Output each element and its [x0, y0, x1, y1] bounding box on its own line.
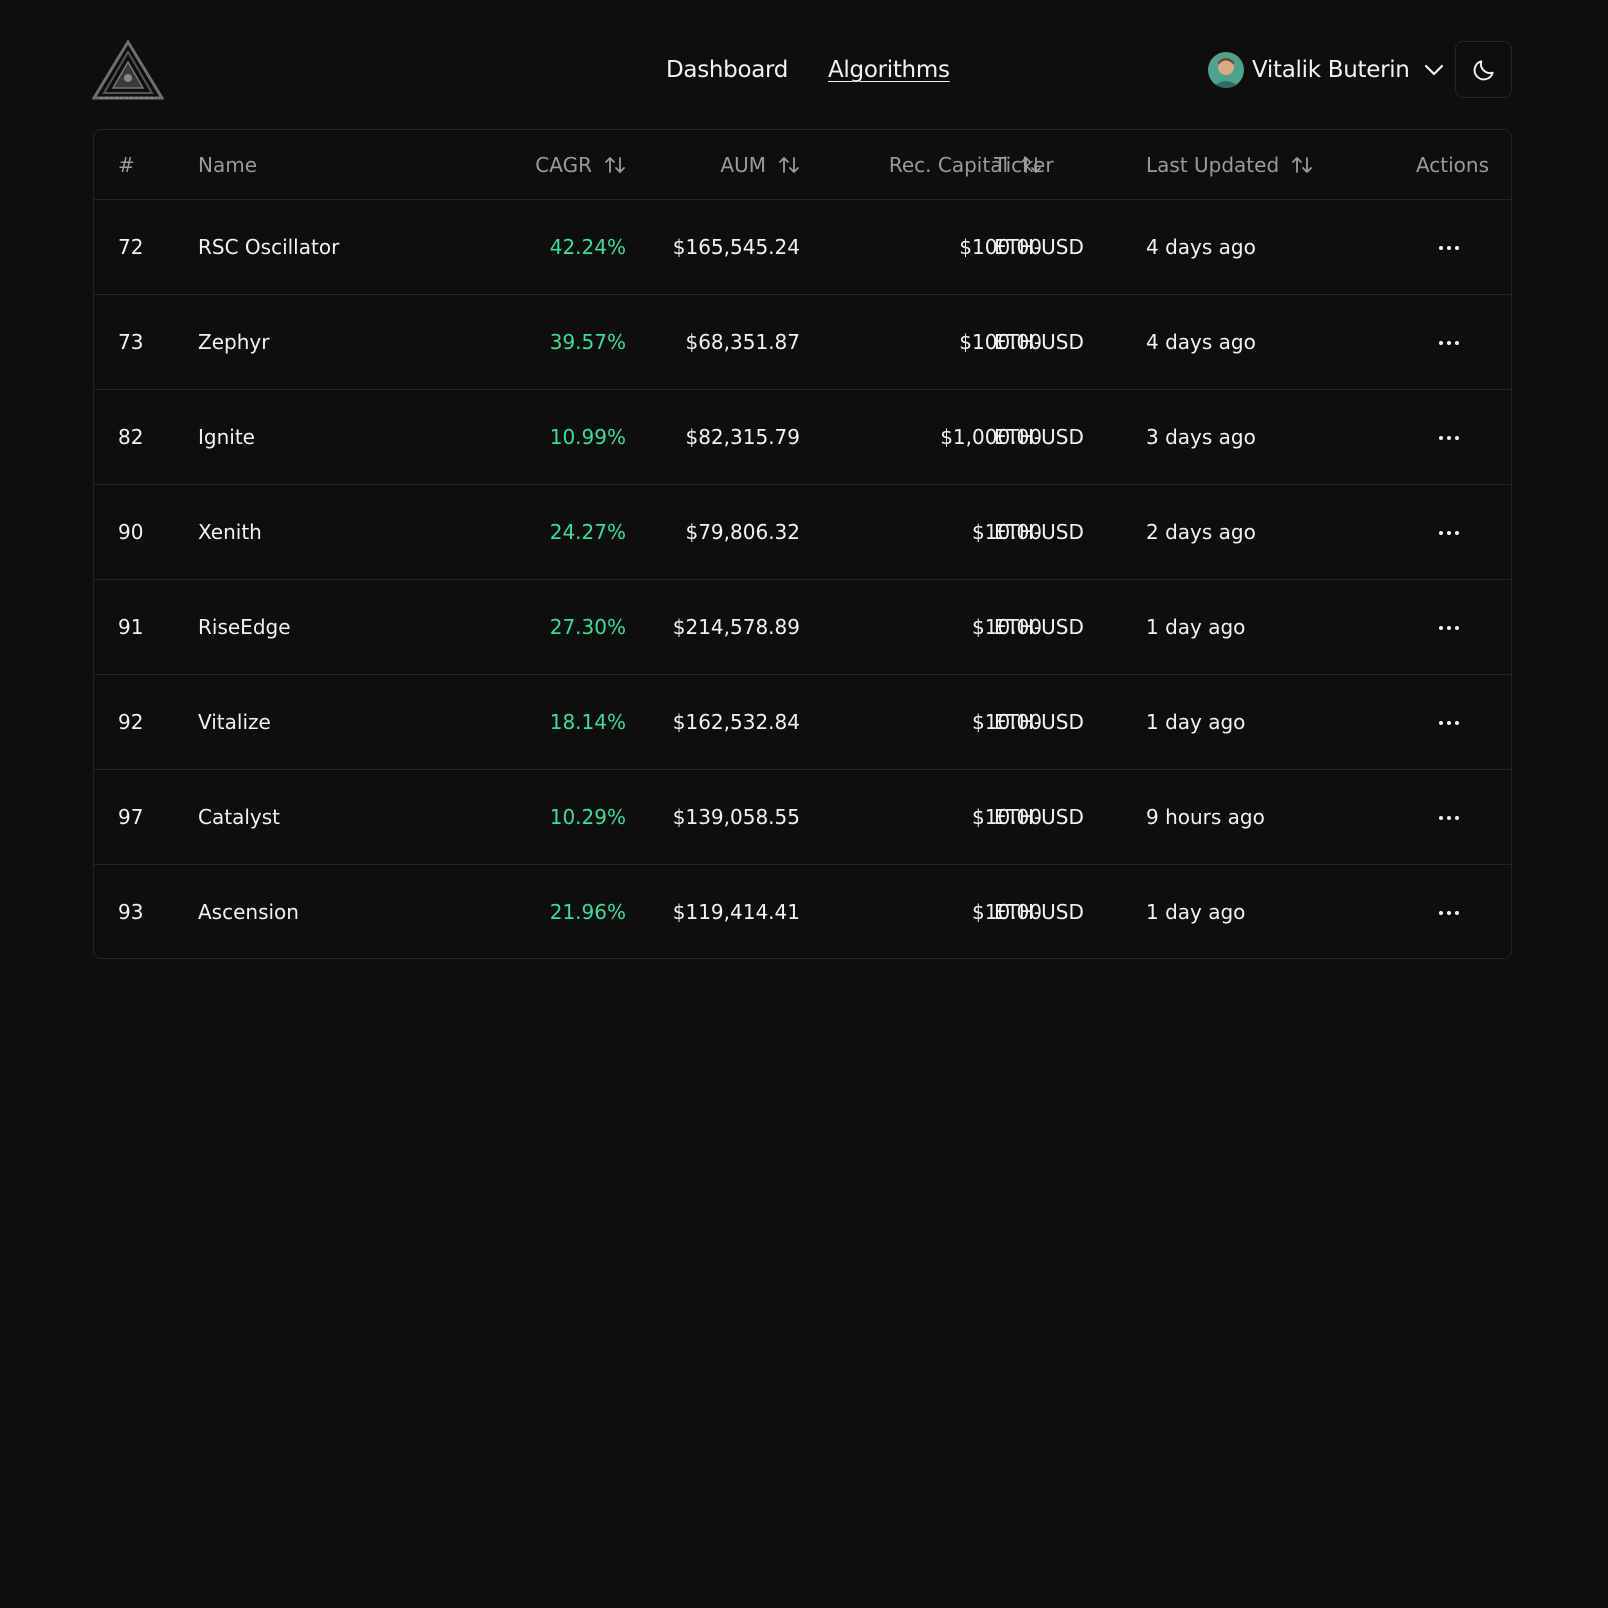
- cell-updated: 1 day ago: [1146, 900, 1246, 924]
- cell-num: 92: [118, 710, 144, 734]
- chevron-down-icon: [1424, 64, 1443, 76]
- row-actions-button[interactable]: [1434, 613, 1464, 643]
- cell-num: 91: [118, 615, 144, 639]
- more-horizontal-icon: [1439, 531, 1459, 535]
- cell-cagr: 42.24%: [549, 235, 626, 259]
- column-header-cagr-label: CAGR: [535, 153, 592, 177]
- cell-name: Xenith: [198, 520, 262, 544]
- cell-num: 82: [118, 425, 144, 449]
- table-row[interactable]: 97 Catalyst 10.29% $139,058.55 $10.00 ETH-USD…: [94, 770, 1511, 865]
- cell-updated: 1 day ago: [1146, 710, 1246, 734]
- cell-updated: 1 day ago: [1146, 615, 1246, 639]
- row-actions-button[interactable]: [1434, 518, 1464, 548]
- cell-num: 73: [118, 330, 144, 354]
- cell-ticker: ETH-USD: [994, 710, 1084, 734]
- row-actions-button[interactable]: [1434, 803, 1464, 833]
- cell-cagr: 10.99%: [549, 425, 626, 449]
- row-actions-button[interactable]: [1434, 423, 1464, 453]
- table-row[interactable]: 73 Zephyr 39.57% $68,351.87 $100.00 ETH-USD 4 …: [94, 295, 1511, 390]
- cell-name: Ascension: [198, 900, 299, 924]
- cell-num: 93: [118, 900, 144, 924]
- cell-aum: $214,578.89: [672, 615, 800, 639]
- more-horizontal-icon: [1439, 436, 1459, 440]
- more-horizontal-icon: [1439, 246, 1459, 250]
- cell-ticker: ETH-USD: [994, 425, 1084, 449]
- table-row[interactable]: 72 RSC Oscillator 42.24% $165,545.24 $100.00…: [94, 200, 1511, 295]
- sort-icon[interactable]: [1291, 154, 1313, 176]
- cell-aum: $139,058.55: [672, 805, 800, 829]
- nav-algorithms[interactable]: Algorithms: [828, 50, 950, 90]
- column-header-updated-label: Last Updated: [1146, 153, 1280, 177]
- cell-updated: 2 days ago: [1146, 520, 1256, 544]
- theme-toggle-button[interactable]: [1455, 41, 1512, 98]
- column-header-ticker: Ticker: [994, 153, 1054, 177]
- cell-name: RiseEdge: [198, 615, 291, 639]
- cell-ticker: ETH-USD: [994, 520, 1084, 544]
- more-horizontal-icon: [1439, 341, 1459, 345]
- cell-aum: $119,414.41: [672, 900, 800, 924]
- column-header-aum[interactable]: AUM: [634, 130, 800, 200]
- column-header-actions: Actions: [1415, 153, 1489, 177]
- column-header-num: #: [118, 153, 135, 177]
- row-actions-button[interactable]: [1434, 898, 1464, 928]
- cell-ticker: ETH-USD: [994, 900, 1084, 924]
- cell-ticker: ETH-USD: [994, 805, 1084, 829]
- cell-name: RSC Oscillator: [198, 235, 340, 259]
- user-menu[interactable]: Vitalik Buterin: [1208, 52, 1446, 88]
- cell-aum: $68,351.87: [685, 330, 800, 354]
- cell-name: Ignite: [198, 425, 255, 449]
- cell-name: Vitalize: [198, 710, 271, 734]
- cell-num: 72: [118, 235, 144, 259]
- algorithms-table: # Name CAGR AUM Rec. Capital Ticker Last…: [93, 129, 1512, 959]
- sort-icon[interactable]: [604, 154, 626, 176]
- row-actions-button[interactable]: [1434, 708, 1464, 738]
- cell-cagr: 21.96%: [549, 900, 626, 924]
- column-header-aum-label: AUM: [720, 153, 766, 177]
- sort-icon[interactable]: [778, 154, 800, 176]
- table-row[interactable]: 91 RiseEdge 27.30% $214,578.89 $10.00 ETH-USD…: [94, 580, 1511, 675]
- table-row[interactable]: 93 Ascension 21.96% $119,414.41 $10.00 ETH-US…: [94, 865, 1511, 958]
- nav-dashboard[interactable]: Dashboard: [666, 50, 788, 90]
- column-header-capital-label: Rec. Capital: [888, 153, 1008, 177]
- cell-cagr: 27.30%: [549, 615, 626, 639]
- cell-ticker: ETH-USD: [994, 615, 1084, 639]
- column-header-updated[interactable]: Last Updated: [1146, 130, 1313, 200]
- more-horizontal-icon: [1439, 626, 1459, 630]
- more-horizontal-icon: [1439, 721, 1459, 725]
- user-name: Vitalik Buterin: [1252, 57, 1410, 83]
- cell-name: Zephyr: [198, 330, 270, 354]
- cell-cagr: 18.14%: [549, 710, 626, 734]
- cell-ticker: ETH-USD: [994, 330, 1084, 354]
- moon-icon: [1473, 59, 1494, 80]
- more-horizontal-icon: [1439, 911, 1459, 915]
- table-row[interactable]: 92 Vitalize 18.14% $162,532.84 $10.00 ETH-USD…: [94, 675, 1511, 770]
- cell-cagr: 24.27%: [549, 520, 626, 544]
- cell-updated: 4 days ago: [1146, 330, 1256, 354]
- table-row[interactable]: 90 Xenith 24.27% $79,806.32 $10.00 ETH-USD 2 d…: [94, 485, 1511, 580]
- row-actions-button[interactable]: [1434, 233, 1464, 263]
- row-actions-button[interactable]: [1434, 328, 1464, 358]
- avatar: [1208, 52, 1244, 88]
- column-header-cagr[interactable]: CAGR: [424, 130, 626, 200]
- table-row[interactable]: 82 Ignite 10.99% $82,315.79 $1,000.00 ETH-USD…: [94, 390, 1511, 485]
- column-header-name: Name: [198, 153, 258, 177]
- cell-updated: 9 hours ago: [1146, 805, 1265, 829]
- cell-name: Catalyst: [198, 805, 280, 829]
- cell-cagr: 39.57%: [549, 330, 626, 354]
- table-header: # Name CAGR AUM Rec. Capital Ticker Last…: [94, 130, 1511, 200]
- cell-updated: 4 days ago: [1146, 235, 1256, 259]
- more-horizontal-icon: [1439, 816, 1459, 820]
- cell-updated: 3 days ago: [1146, 425, 1256, 449]
- cell-ticker: ETH-USD: [994, 235, 1084, 259]
- cell-num: 90: [118, 520, 144, 544]
- cell-aum: $165,545.24: [672, 235, 800, 259]
- cell-aum: $162,532.84: [672, 710, 800, 734]
- cell-cagr: 10.29%: [549, 805, 626, 829]
- cell-aum: $79,806.32: [685, 520, 800, 544]
- cell-num: 97: [118, 805, 144, 829]
- cell-aum: $82,315.79: [685, 425, 800, 449]
